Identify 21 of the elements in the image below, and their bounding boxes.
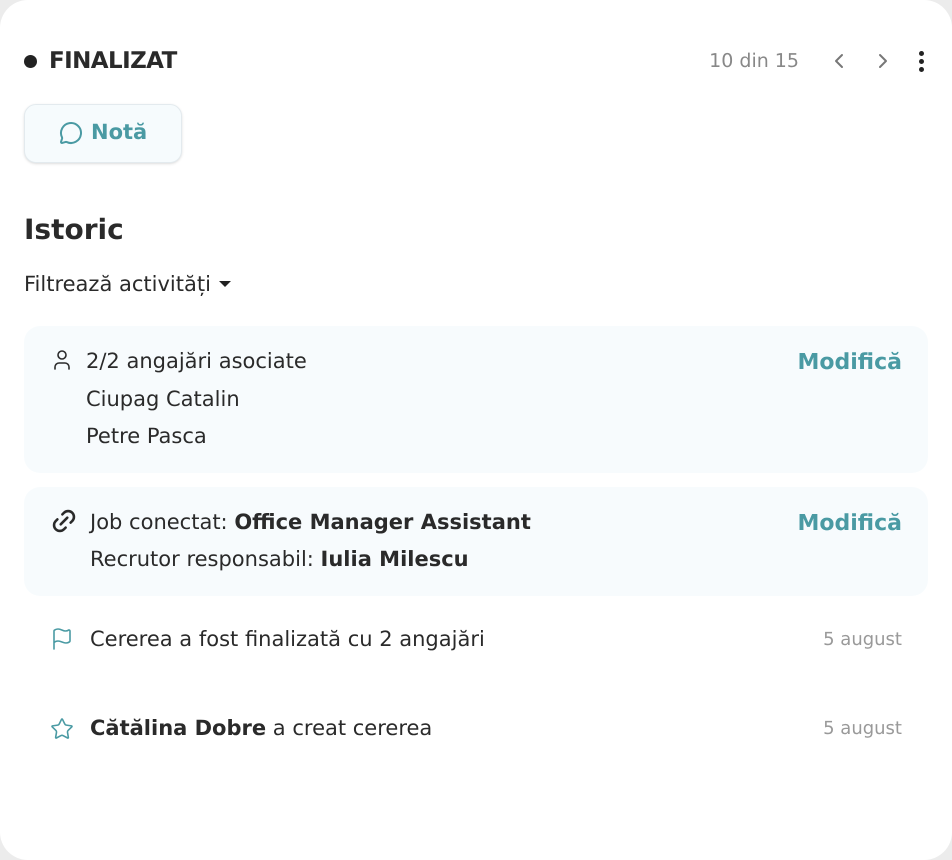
activity-text: Cererea a fost finalizată cu 2 angajări bbox=[90, 626, 486, 652]
activity-date: 5 august bbox=[823, 628, 902, 652]
kebab-menu-icon bbox=[919, 50, 924, 72]
modify-link[interactable]: Modifică bbox=[798, 506, 902, 540]
note-button[interactable]: Notă bbox=[24, 104, 182, 162]
flag-icon bbox=[50, 627, 74, 652]
status-label: FINALIZAT bbox=[49, 47, 177, 76]
speech-bubble-icon bbox=[59, 121, 83, 145]
activity-date: 5 august bbox=[823, 717, 902, 742]
modify-link[interactable]: Modifică bbox=[798, 346, 902, 379]
filter-dropdown[interactable]: Filtrează activități bbox=[24, 268, 231, 300]
card-summary: 2/2 angajări asociate bbox=[86, 348, 308, 375]
card-line: Recrutor responsabil: Iulia Milescu bbox=[90, 546, 470, 573]
card-line: Ciupag Catalin bbox=[86, 386, 241, 412]
card-summary: Job conectat: Office Manager Assistant bbox=[90, 508, 532, 536]
card-line: Petre Pasca bbox=[86, 423, 208, 450]
history-title: Istoric bbox=[24, 212, 125, 248]
caret-icon bbox=[218, 281, 231, 288]
star-icon bbox=[50, 716, 74, 741]
activity-text: Cătălina Dobre a creat cererea bbox=[90, 715, 434, 742]
pager-text: 10 din 15 bbox=[709, 49, 799, 74]
